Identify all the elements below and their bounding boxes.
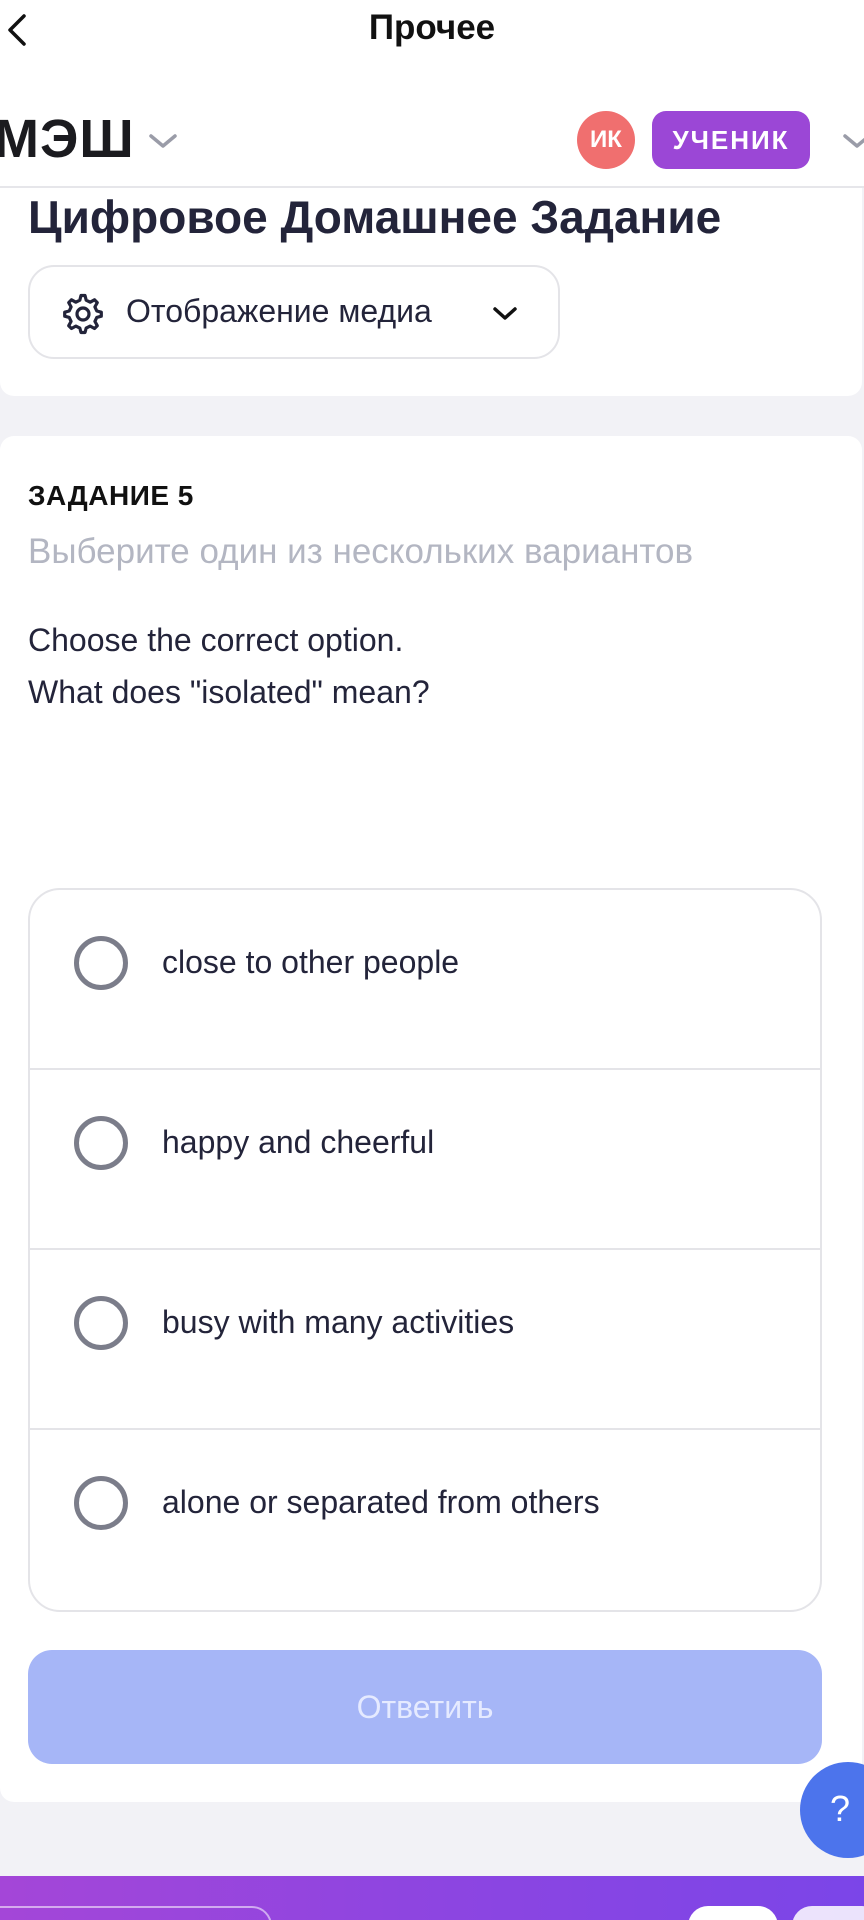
radio-button[interactable] — [74, 1476, 128, 1530]
bottom-nav-pill[interactable] — [688, 1906, 778, 1920]
bottom-nav-pill[interactable] — [0, 1906, 272, 1920]
task-instruction: Выберите один из нескольких вариантов — [28, 532, 694, 571]
task-number: ЗАДАНИЕ 5 — [28, 480, 194, 511]
answer-option[interactable]: close to other people — [30, 890, 820, 1070]
question-line: Choose the correct option. — [28, 622, 404, 658]
option-label: happy and cheerful — [162, 1124, 435, 1160]
submit-answer-button[interactable]: Ответить — [28, 1650, 822, 1764]
bottom-bar — [0, 1876, 864, 1920]
app-header: МЭШ ИК УЧЕНИК — [0, 64, 864, 188]
option-label: alone or separated from others — [162, 1484, 600, 1520]
bottom-nav-pill[interactable] — [792, 1906, 864, 1920]
gear-icon — [63, 293, 103, 335]
help-label: ? — [830, 1788, 851, 1829]
app-logo[interactable]: МЭШ — [0, 112, 135, 166]
task-question: Choose the correct option. What does "is… — [28, 614, 430, 718]
title-card: Цифровое Домашнее Задание Отображение ме… — [0, 188, 862, 396]
media-display-dropdown[interactable]: Отображение медиа — [28, 265, 560, 359]
screen-title: Прочее — [368, 8, 496, 47]
answer-option[interactable]: busy with many activities — [30, 1250, 820, 1430]
role-badge[interactable]: УЧЕНИК — [652, 111, 810, 169]
top-nav-bar: Прочее — [0, 0, 864, 64]
radio-button[interactable] — [74, 936, 128, 990]
answer-option[interactable]: alone or separated from others — [30, 1430, 820, 1610]
question-line: What does "isolated" mean? — [28, 674, 430, 710]
chevron-down-icon[interactable] — [146, 130, 180, 152]
option-label: close to other people — [162, 944, 460, 980]
task-card: ЗАДАНИЕ 5 Выберите один из нескольких ва… — [0, 436, 862, 1802]
avatar[interactable]: ИК — [577, 111, 635, 169]
chevron-down-icon[interactable] — [840, 130, 864, 152]
page-title: Цифровое Домашнее Задание — [28, 191, 722, 243]
radio-button[interactable] — [74, 1296, 128, 1350]
option-label: busy with many activities — [162, 1304, 515, 1340]
answer-options: close to other people happy and cheerful… — [28, 888, 822, 1612]
radio-button[interactable] — [74, 1116, 128, 1170]
answer-option[interactable]: happy and cheerful — [30, 1070, 820, 1250]
media-display-label: Отображение медиа — [126, 293, 432, 329]
chevron-down-icon — [493, 307, 517, 320]
